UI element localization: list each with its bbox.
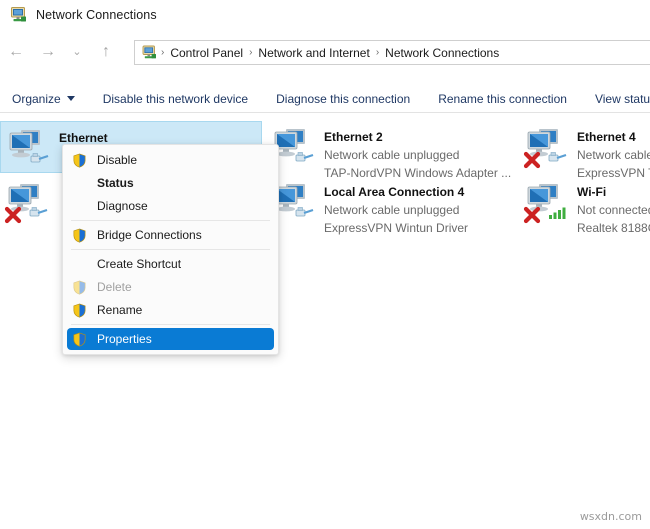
context-menu-label: Bridge Connections — [97, 228, 202, 242]
menu-separator — [71, 324, 270, 325]
network-connections-window: Network Connections ← → ⌄ ↑ › Control Pa… — [0, 0, 650, 529]
context-menu-item-rename[interactable]: Rename — [67, 299, 274, 321]
watermark: wsxdn.com — [580, 510, 642, 523]
organize-label: Organize — [12, 92, 61, 106]
context-menu-item-create-shortcut[interactable]: Create Shortcut — [67, 253, 274, 275]
uac-shield-icon — [71, 331, 87, 347]
connection-name: Wi-Fi — [577, 185, 606, 199]
network-adapter-icon-disconnected — [4, 180, 52, 224]
context-menu-label: Diagnose — [97, 199, 148, 213]
disable-device-button[interactable]: Disable this network device — [89, 85, 262, 112]
menu-separator — [71, 249, 270, 250]
context-menu-label: Delete — [97, 280, 132, 294]
recent-locations-button[interactable]: ⌄ — [64, 37, 90, 67]
back-button[interactable]: ← — [0, 37, 32, 67]
title-bar: Network Connections — [0, 0, 650, 30]
context-menu-item-delete: Delete — [67, 276, 274, 298]
connection-item-ethernet-4[interactable]: Ethernet 4 Network cable ExpressVPN TA — [519, 121, 650, 173]
rename-connection-button[interactable]: Rename this connection — [424, 85, 581, 112]
connection-text: Wi-Fi Not connected Realtek 8188GU — [577, 180, 650, 237]
connection-device: ExpressVPN Wintun Driver — [324, 221, 468, 235]
context-menu: Disable Status Diagnose Bridge Connectio… — [62, 144, 279, 355]
connection-status: Network cable unplugged — [324, 203, 459, 217]
context-menu-item-status[interactable]: Status — [67, 172, 274, 194]
menu-separator — [71, 220, 270, 221]
organize-button[interactable]: Organize — [0, 85, 89, 112]
breadcrumb-control-panel[interactable]: Control Panel — [165, 46, 248, 60]
context-menu-label: Create Shortcut — [97, 257, 181, 271]
error-cross-icon — [526, 209, 538, 221]
connection-name: Ethernet 4 — [577, 130, 636, 144]
error-cross-icon — [526, 154, 538, 166]
view-status-button[interactable]: View statu — [581, 85, 650, 112]
wifi-adapter-icon-disconnected — [523, 180, 571, 224]
connection-text: Ethernet 2 Network cable unplugged TAP-N… — [324, 125, 511, 182]
error-cross-icon — [7, 209, 19, 221]
connection-name: Local Area Connection 4 — [324, 185, 464, 199]
chevron-down-icon — [67, 96, 75, 101]
connection-text: Local Area Connection 4 Network cable un… — [324, 180, 468, 237]
address-bar[interactable]: › Control Panel › Network and Internet ›… — [134, 40, 650, 65]
connection-device: Realtek 8188GU — [577, 221, 650, 235]
command-bar: Organize Disable this network device Dia… — [0, 85, 650, 113]
address-bar-icon — [142, 45, 158, 61]
network-adapter-icon-disconnected — [523, 125, 571, 169]
network-adapter-icon — [5, 126, 53, 170]
context-menu-item-diagnose[interactable]: Diagnose — [67, 195, 274, 217]
no-icon — [71, 175, 87, 191]
connection-name: Ethernet 2 — [324, 130, 383, 144]
breadcrumb-network-connections[interactable]: Network Connections — [380, 46, 504, 60]
network-connections-icon — [10, 6, 28, 24]
uac-shield-icon — [71, 152, 87, 168]
forward-button[interactable]: → — [32, 37, 64, 67]
connection-text: Ethernet 4 Network cable ExpressVPN TA — [577, 125, 650, 182]
no-icon — [71, 198, 87, 214]
window-title: Network Connections — [36, 8, 157, 22]
connection-item-local-area-connection-4[interactable]: Local Area Connection 4 Network cable un… — [266, 176, 521, 228]
connection-status: Network cable unplugged — [324, 148, 459, 162]
context-menu-item-bridge-connections[interactable]: Bridge Connections — [67, 224, 274, 246]
connection-status: Network cable — [577, 148, 650, 162]
context-menu-label: Rename — [97, 303, 142, 317]
wifi-bars-icon — [549, 208, 566, 220]
no-icon — [71, 256, 87, 272]
up-button[interactable]: ↑ — [90, 37, 122, 67]
breadcrumb-network-and-internet[interactable]: Network and Internet — [253, 46, 374, 60]
context-menu-item-disable[interactable]: Disable — [67, 149, 274, 171]
uac-shield-icon — [71, 227, 87, 243]
context-menu-label: Disable — [97, 153, 137, 167]
connection-status: Not connected — [577, 203, 650, 217]
uac-shield-icon — [71, 279, 87, 295]
diagnose-connection-button[interactable]: Diagnose this connection — [262, 85, 424, 112]
context-menu-item-properties[interactable]: Properties — [67, 328, 274, 350]
context-menu-label: Status — [97, 176, 134, 190]
connection-item-ethernet-2[interactable]: Ethernet 2 Network cable unplugged TAP-N… — [266, 121, 521, 173]
uac-shield-icon — [71, 302, 87, 318]
connection-item-wifi[interactable]: Wi-Fi Not connected Realtek 8188GU — [519, 176, 650, 228]
context-menu-label: Properties — [97, 332, 152, 346]
connection-name: Ethernet — [59, 131, 108, 145]
